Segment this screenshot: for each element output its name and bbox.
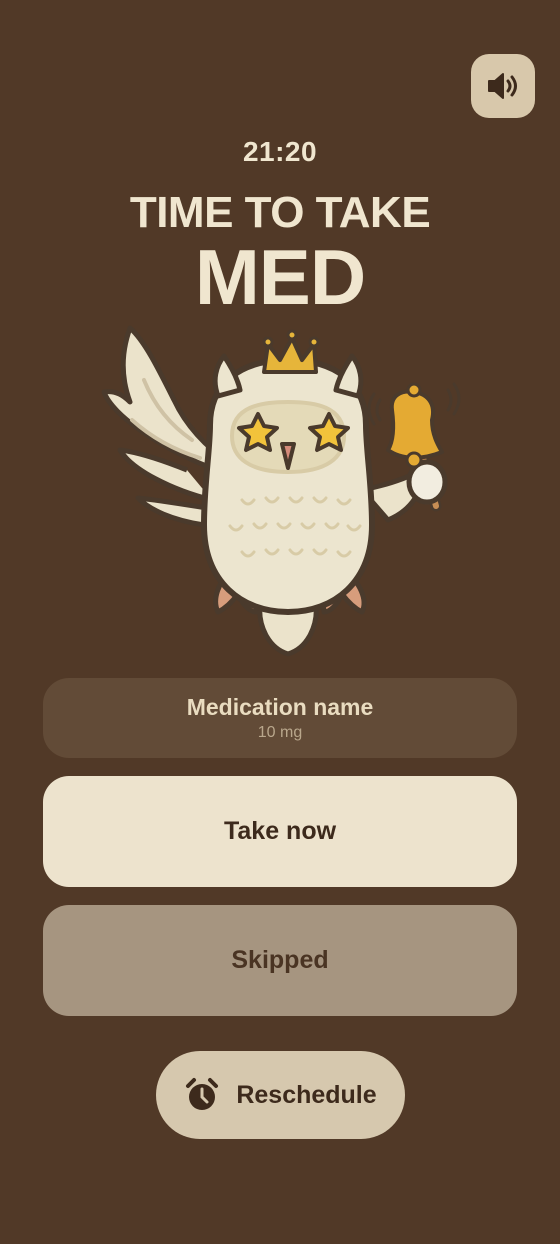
skipped-button[interactable]: Skipped [43,905,517,1016]
medication-card: Medication name 10 mg [43,678,517,758]
reminder-time: 21:20 [242,136,318,167]
medication-name: Medication name [186,694,374,720]
reminder-title-line2: MED [194,233,366,321]
medication-dose: 10 mg [257,724,303,741]
sound-button[interactable] [471,54,535,118]
take-now-button[interactable]: Take now [43,776,517,887]
reminder-title-line1: TIME TO TAKE [129,188,431,237]
alarm-clock-icon [184,1077,220,1113]
speaker-icon [488,73,517,99]
reschedule-label: Reschedule [236,1080,377,1109]
owl-mascot-illustration [101,325,461,657]
reschedule-button[interactable]: Reschedule [156,1051,405,1139]
